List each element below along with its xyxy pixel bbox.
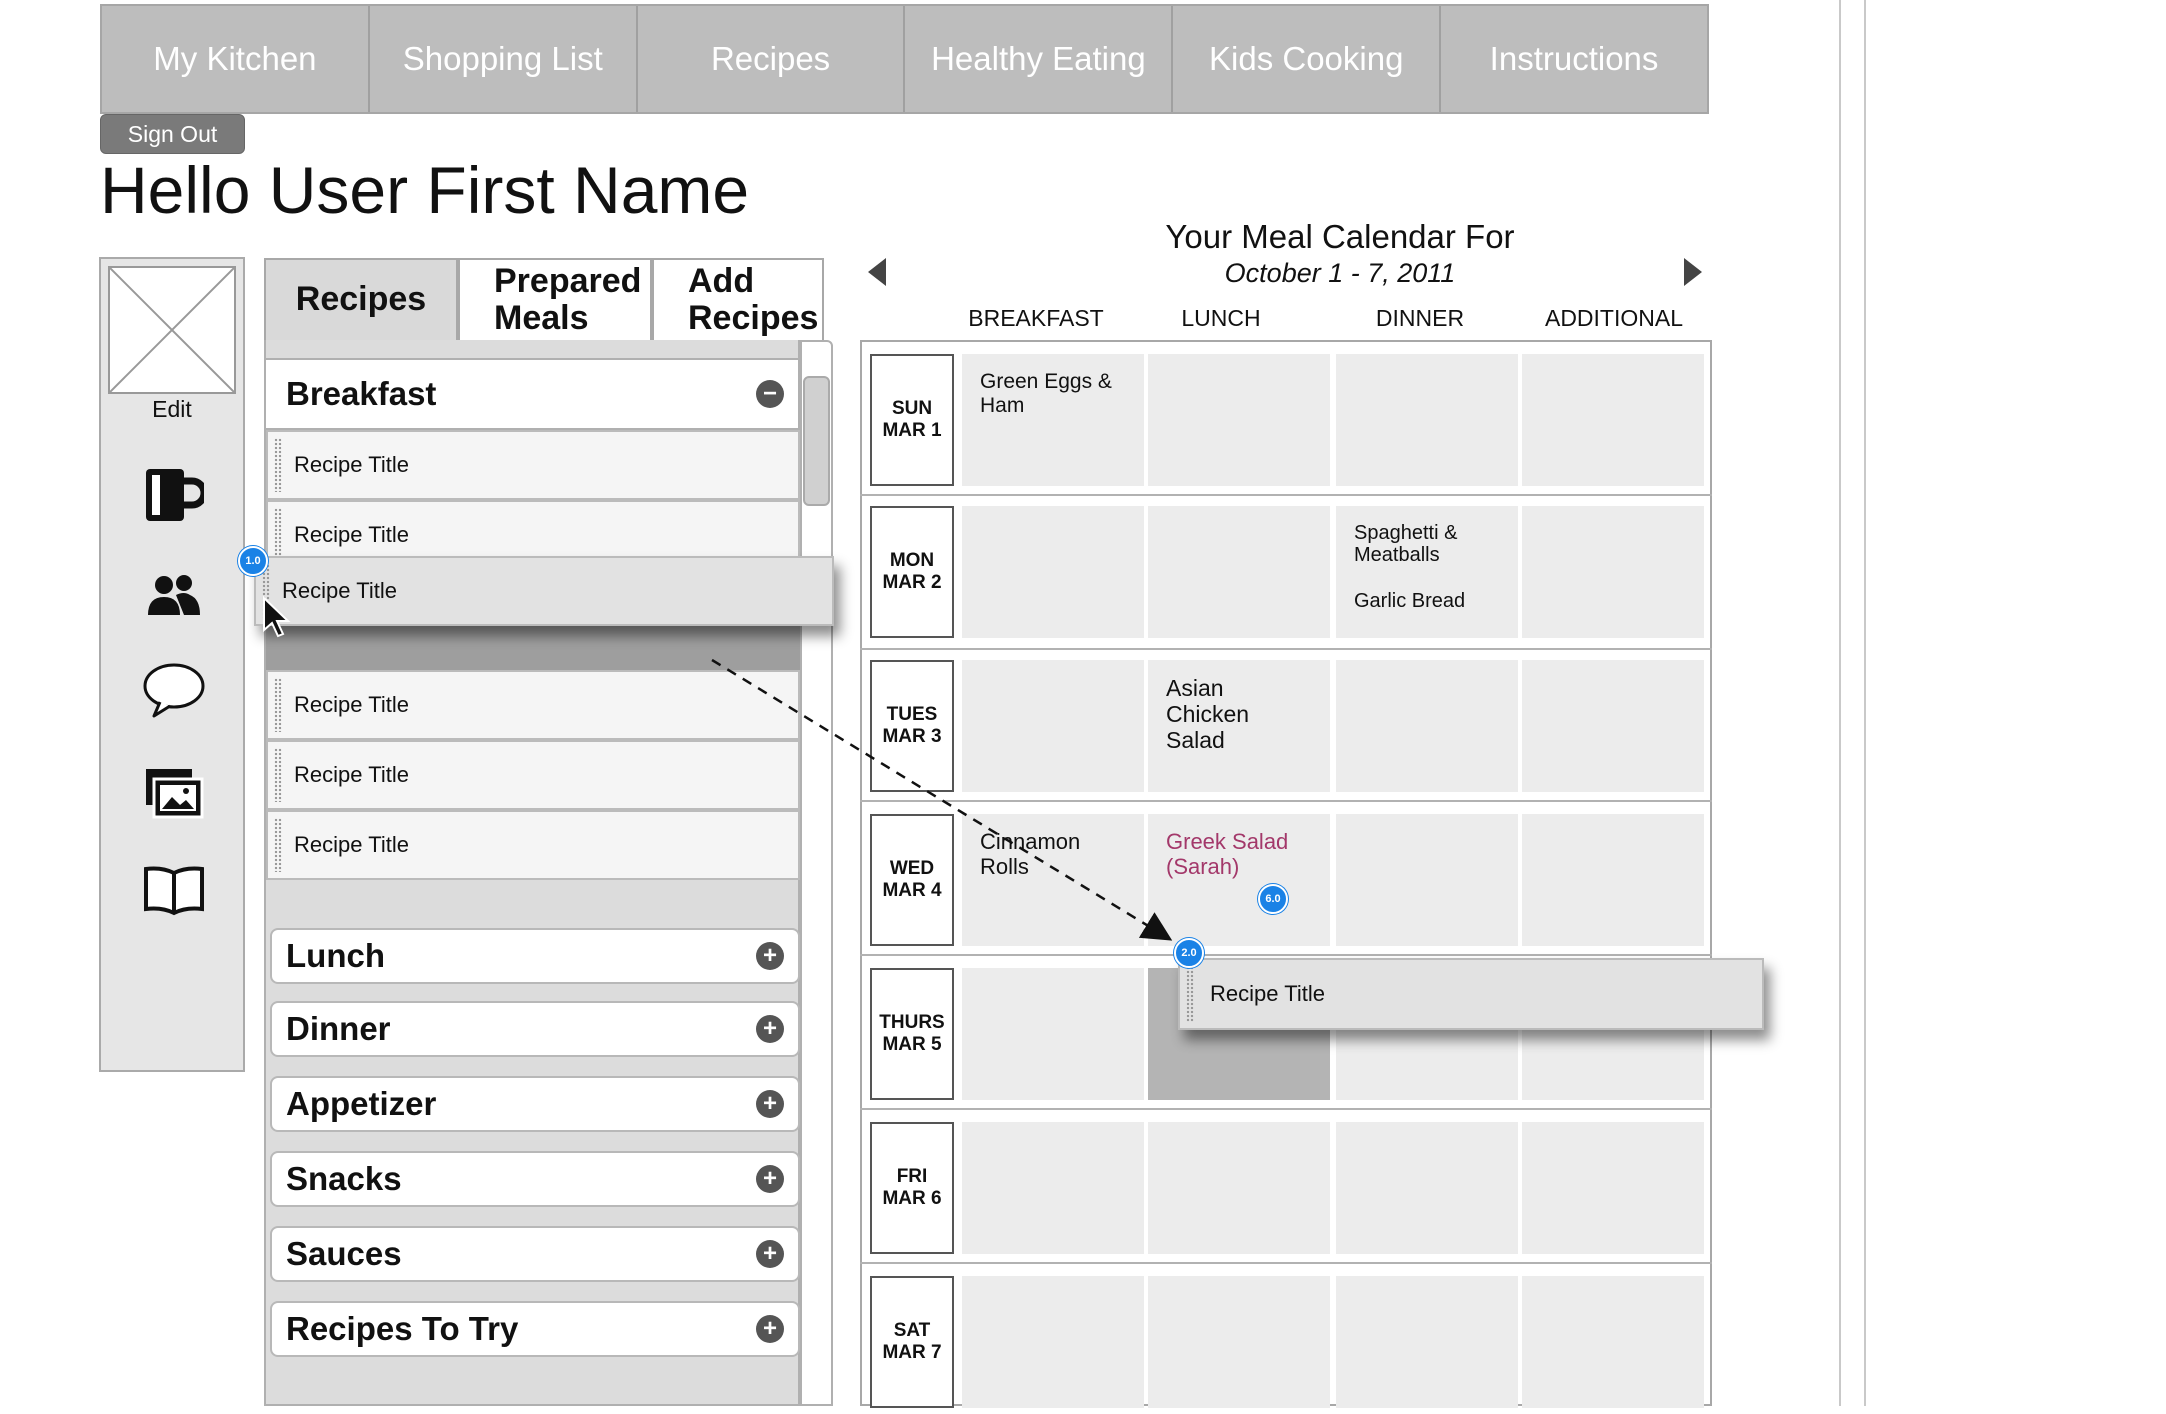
recipe-title: Recipe Title <box>1210 981 1325 1006</box>
dragged-recipe-item[interactable]: Recipe Title <box>254 556 834 626</box>
cursor-arrow-icon <box>263 596 291 638</box>
drag-handle-icon[interactable] <box>1186 966 1194 1022</box>
drag-path-arrow <box>711 658 1173 941</box>
annotation-badge: 2.0 <box>1174 938 1204 968</box>
recipe-title: Recipe Title <box>282 578 397 603</box>
dropping-recipe-item[interactable]: Recipe Title <box>1178 958 1764 1030</box>
annotation-badge: 6.0 <box>1258 884 1288 914</box>
annotation-badge: 1.0 <box>238 546 268 576</box>
